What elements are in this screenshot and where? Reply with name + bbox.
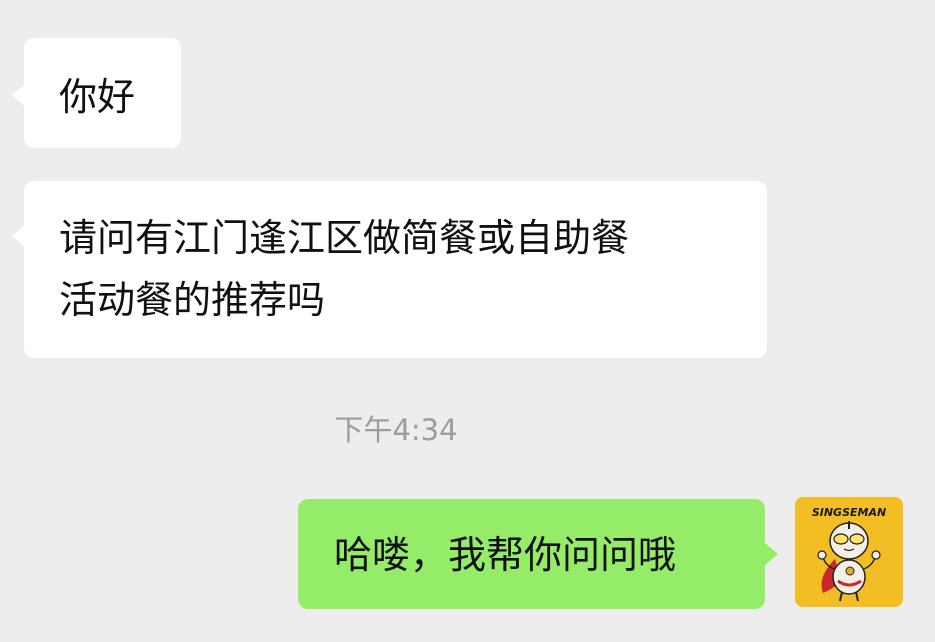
user-avatar[interactable]: SINGSEMAN xyxy=(795,497,903,607)
message-text: 哈喽，我帮你问问哦 xyxy=(334,533,677,577)
message-timestamp: 下午4:34 xyxy=(334,413,458,447)
outgoing-bubble-tail xyxy=(765,543,778,565)
incoming-message-bubble[interactable]: 请问有江门逢江区做简餐或自助餐 活动餐的推荐吗 xyxy=(24,181,767,358)
incoming-message-bubble[interactable]: 你好 xyxy=(24,38,181,148)
outgoing-message-bubble[interactable]: 哈喽，我帮你问问哦 xyxy=(298,499,765,609)
chat-screen: { "messages": [ { "direction": "incoming… xyxy=(0,0,935,642)
message-text: 你好 xyxy=(59,75,136,119)
avatar-logo-text: SINGSEMAN xyxy=(811,506,887,519)
message-text: 请问有江门逢江区做简餐或自助餐 活动餐的推荐吗 xyxy=(59,216,630,322)
